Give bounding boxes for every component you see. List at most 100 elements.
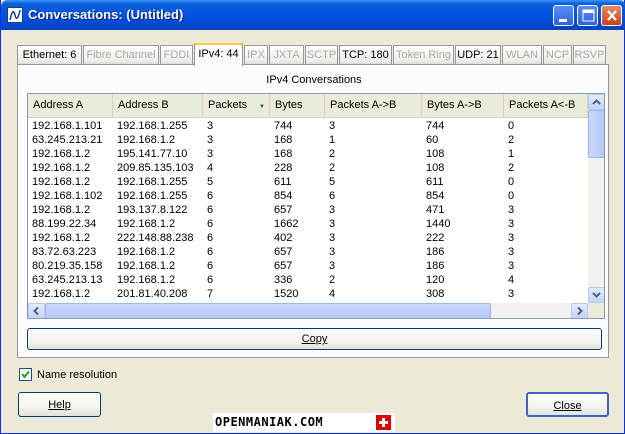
tab-fibre-channel[interactable]: Fibre Channel — [83, 45, 159, 65]
table-row[interactable]: 192.168.1.2 195.141.77.10 3 168 2 108 1 — [28, 147, 588, 161]
table-cell: 63.245.213.21 — [32, 134, 103, 146]
column-header-label: Address A — [33, 99, 84, 111]
tab-wlan[interactable]: WLAN — [502, 45, 542, 65]
vertical-scroll-thumb[interactable] — [588, 110, 604, 158]
table-row[interactable]: 192.168.1.101 192.168.1.255 3 744 3 744 0 — [28, 119, 588, 133]
maximize-button[interactable] — [577, 5, 598, 26]
tab-rsvp[interactable]: RSVP — [573, 45, 606, 65]
table-row[interactable]: 83.72.63.223 192.168.1.2 6 657 3 186 3 — [28, 245, 588, 259]
table-row[interactable]: 192.168.1.2 222.148.88.238 6 402 3 222 3 — [28, 231, 588, 245]
table-cell: 3 — [508, 260, 515, 272]
table-cell: 192.168.1.255 — [117, 190, 188, 202]
column-header-label: Bytes A->B — [427, 99, 482, 111]
table-cell: 192.168.1.2 — [117, 134, 176, 146]
help-button[interactable]: Help — [18, 392, 101, 417]
app-icon — [7, 7, 23, 23]
table-cell: 192.168.1.2 — [32, 288, 91, 300]
chevron-left-icon — [33, 306, 39, 316]
horizontal-scroll-thumb[interactable] — [45, 303, 491, 318]
table-cell: 3 — [508, 204, 515, 216]
scroll-down-button[interactable] — [588, 287, 604, 303]
table-cell: 63.245.213.13 — [32, 274, 103, 286]
table-cell: 168 — [274, 134, 293, 146]
table-row[interactable]: 88.199.22.34 192.168.1.2 6 1662 3 1440 3 — [28, 217, 588, 231]
chevron-down-icon — [592, 292, 601, 298]
tab-ncp[interactable]: NCP — [543, 45, 572, 65]
scroll-right-button[interactable] — [571, 303, 588, 318]
scroll-left-button[interactable] — [28, 303, 45, 318]
column-header[interactable]: Address A — [28, 94, 113, 117]
close-button[interactable]: Close — [526, 392, 609, 417]
tab-ethernet-6[interactable]: Ethernet: 6 — [17, 45, 82, 65]
table-cell: 1520 — [274, 288, 299, 300]
tab-jxta[interactable]: JXTA — [269, 45, 304, 65]
table-cell: 3 — [207, 148, 214, 160]
table-cell: 854 — [274, 190, 293, 202]
chevron-right-icon — [577, 306, 583, 316]
table-cell: 3 — [329, 246, 336, 258]
table-cell: 192.168.1.2 — [117, 218, 176, 230]
checkmark-icon — [21, 370, 30, 379]
name-resolution-label[interactable]: Name resolution — [37, 369, 117, 381]
table-cell: 744 — [274, 120, 293, 132]
table-row[interactable]: 192.168.1.2 201.81.40.208 7 1520 4 308 3 — [28, 287, 588, 301]
table-row[interactable]: 192.168.1.2 193.137.8.122 6 657 3 471 3 — [28, 203, 588, 217]
name-resolution-checkbox[interactable] — [19, 368, 32, 381]
tab-token-ring[interactable]: Token Ring — [393, 45, 454, 65]
table-row[interactable]: 63.245.213.21 192.168.1.2 3 168 1 60 2 — [28, 133, 588, 147]
table-row[interactable]: 192.168.1.102 192.168.1.255 6 854 6 854 0 — [28, 189, 588, 203]
minimize-button[interactable] — [553, 5, 574, 26]
table-cell: 4 — [207, 162, 214, 174]
table-cell: 3 — [508, 232, 515, 244]
table-cell: 6 — [207, 232, 214, 244]
table-cell: 186 — [426, 260, 445, 272]
tab-tcp-180[interactable]: TCP: 180 — [339, 45, 392, 65]
chevron-up-icon — [592, 99, 601, 105]
table-cell: 192.168.1.2 — [117, 274, 176, 286]
tab-ipx[interactable]: IPX — [244, 45, 268, 65]
table-cell: 192.168.1.101 — [32, 120, 103, 132]
copy-button-label: Copy — [301, 333, 328, 345]
table-cell: 192.168.1.2 — [32, 176, 91, 188]
vertical-scrollbar[interactable] — [588, 94, 604, 303]
column-header[interactable]: Packets ▼ — [203, 94, 270, 117]
table-row[interactable]: 192.168.1.2 209.85.135.103 4 228 2 108 2 — [28, 161, 588, 175]
table-cell: 1 — [508, 148, 515, 160]
tab-ipv4-44[interactable]: IPv4: 44 — [194, 43, 243, 66]
table-cell: 3 — [329, 218, 336, 230]
watermark: OPENMANIAK.COM — [213, 413, 395, 432]
table-cell: 2 — [329, 274, 336, 286]
column-header[interactable]: Bytes — [270, 94, 325, 117]
table-cell: 3 — [508, 246, 515, 258]
column-header-label: Packets — [208, 99, 248, 111]
title-bar[interactable]: Conversations: (Untitled) — [1, 0, 625, 30]
close-window-button[interactable] — [601, 5, 622, 26]
tab-panel: IPv4 Conversations Address A Address B Pac… — [17, 64, 609, 358]
minimize-icon — [559, 19, 567, 22]
copy-button[interactable]: Copy — [27, 328, 602, 350]
table-cell: 6 — [207, 260, 214, 272]
column-header[interactable]: Packets A->B — [325, 94, 422, 117]
table-cell: 1440 — [426, 218, 451, 230]
column-header[interactable]: Packets A<-B — [504, 94, 588, 117]
scroll-up-button[interactable] — [588, 94, 604, 110]
table-cell: 336 — [274, 274, 293, 286]
table-cell: 3 — [329, 232, 336, 244]
tab-fddi[interactable]: FDDI — [160, 45, 193, 65]
horizontal-scrollbar[interactable] — [28, 303, 588, 318]
table-row[interactable]: 80.219.35.158 192.168.1.2 6 657 3 186 3 — [28, 259, 588, 273]
table-cell: 3 — [329, 204, 336, 216]
table-row[interactable]: 192.168.1.2 192.168.1.255 5 611 5 611 0 — [28, 175, 588, 189]
column-header[interactable]: Bytes A->B — [422, 94, 504, 117]
tab-sctp[interactable]: SCTP — [305, 45, 338, 65]
table-cell: 1662 — [274, 218, 299, 230]
table-cell: 6 — [207, 246, 214, 258]
table-cell: 0 — [508, 190, 515, 202]
table-cell: 2 — [508, 162, 515, 174]
table-cell: 402 — [274, 232, 293, 244]
tab-udp-21[interactable]: UDP: 21 — [455, 45, 501, 65]
table-row[interactable]: 63.245.213.13 192.168.1.2 6 336 2 120 4 — [28, 273, 588, 287]
conversations-table: Address A Address B Packets ▼ Bytes Packets A… — [27, 93, 605, 319]
scroll-corner — [588, 303, 604, 318]
column-header[interactable]: Address B — [113, 94, 203, 117]
